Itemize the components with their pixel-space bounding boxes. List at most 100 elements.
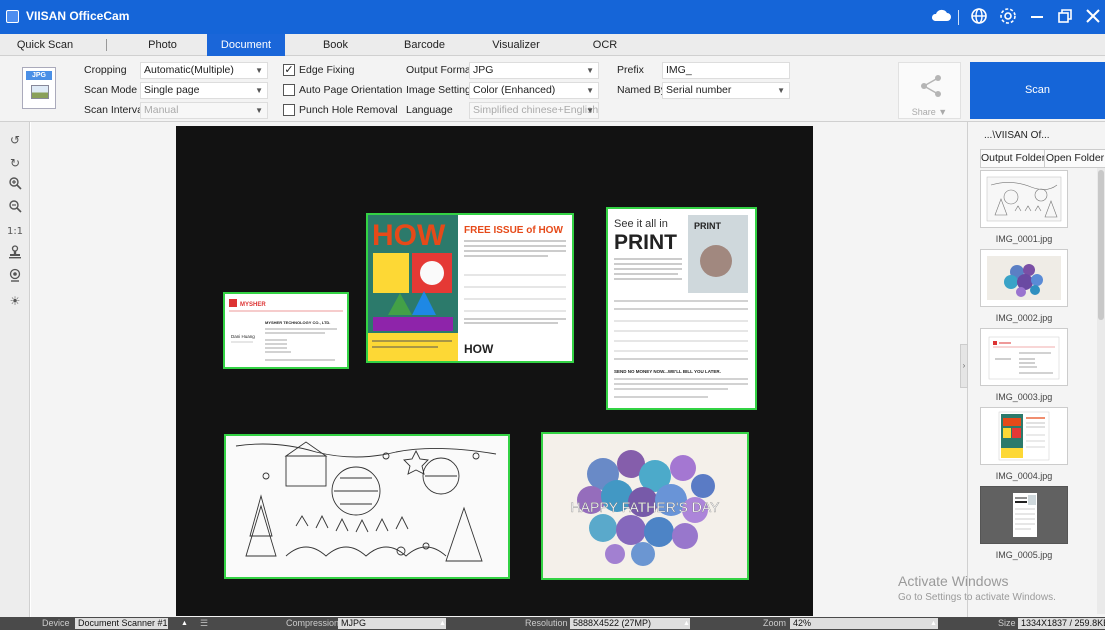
chevron-down-icon: ▼ bbox=[255, 106, 263, 115]
watermark-title: Activate Windows bbox=[898, 573, 1009, 589]
file-panel: › ...\VIISAN Of... Output Folder Open Fo… bbox=[960, 122, 1105, 617]
thumbnail-3-name: IMG_0003.jpg bbox=[995, 392, 1053, 402]
detected-magazine-flyer[interactable]: HOW FREE ISSUE of HOW HOW bbox=[366, 213, 574, 363]
chevron-down-icon: ▼ bbox=[255, 66, 263, 75]
tab-barcode[interactable]: Barcode bbox=[387, 34, 462, 56]
resolution-dropdown-arrow-icon[interactable]: ▲ bbox=[683, 617, 690, 630]
cloud-icon[interactable] bbox=[929, 5, 953, 29]
tab-visualizer[interactable]: Visualizer bbox=[476, 34, 556, 56]
open-folder-button[interactable]: Open Folder bbox=[1044, 149, 1105, 168]
zoom-in-icon[interactable] bbox=[5, 176, 25, 196]
named-by-select[interactable]: Serial number ▼ bbox=[662, 82, 790, 99]
language-select[interactable]: Simplified chinese+English ▼ bbox=[469, 102, 599, 119]
jpg-badge: JPG bbox=[26, 71, 52, 80]
tab-quick-scan[interactable]: Quick Scan bbox=[0, 34, 90, 56]
globe-icon[interactable] bbox=[967, 5, 991, 29]
card-person: Dani Huang bbox=[231, 334, 255, 339]
thumbnail-1[interactable] bbox=[980, 170, 1068, 228]
punch-hole-checkbox[interactable] bbox=[283, 104, 295, 116]
tab-ocr[interactable]: OCR bbox=[580, 34, 630, 56]
detected-greeting-card[interactable]: HAPPY FATHER'S DAY bbox=[541, 432, 749, 580]
detected-business-card[interactable]: MYSHER MYSHER TECHNOLOGY CO., LTD. Dani … bbox=[223, 292, 349, 369]
size-label: Size bbox=[998, 618, 1016, 628]
compression-label: Compression bbox=[286, 618, 340, 628]
scan-mode-value: Single page bbox=[144, 84, 200, 96]
edge-fixing-checkbox[interactable]: ✓ bbox=[283, 64, 295, 76]
view-tools: ↺ ↻ 1:1 ☀ bbox=[0, 122, 30, 617]
resolution-label: Resolution bbox=[525, 618, 568, 628]
tab-document[interactable]: Document bbox=[207, 34, 285, 56]
thumbnail-4[interactable] bbox=[980, 407, 1068, 465]
cropping-label: Cropping bbox=[84, 64, 127, 76]
webcam-icon[interactable] bbox=[5, 268, 25, 288]
compression-select[interactable]: MJPG bbox=[338, 618, 446, 629]
detected-coloring-page[interactable] bbox=[224, 434, 510, 579]
print-ad-cover: PRINT bbox=[694, 221, 722, 231]
rotate-left-icon[interactable]: ↺ bbox=[5, 130, 25, 150]
thumbnail-5-selected[interactable] bbox=[980, 486, 1068, 544]
output-folder-button[interactable]: Output Folder bbox=[980, 149, 1046, 168]
prefix-input[interactable]: IMG_ bbox=[662, 62, 790, 79]
thumbnail-scrollbar[interactable] bbox=[1097, 168, 1105, 614]
named-by-value: Serial number bbox=[666, 84, 732, 96]
thumbnail-3[interactable] bbox=[980, 328, 1068, 386]
image-settings-select[interactable]: Color (Enhanced) ▼ bbox=[469, 82, 599, 99]
zoom-label: Zoom bbox=[763, 618, 787, 628]
scan-mode-select[interactable]: Single page ▼ bbox=[140, 82, 268, 99]
minimize-icon[interactable] bbox=[1025, 5, 1049, 29]
rotate-right-icon[interactable]: ↻ bbox=[5, 153, 25, 173]
share-button[interactable]: Share ▼ bbox=[898, 62, 961, 119]
resolution-select[interactable]: 5888X4522 (27MP) bbox=[570, 618, 690, 629]
camera-preview[interactable]: MYSHER MYSHER TECHNOLOGY CO., LTD. Dani … bbox=[176, 126, 813, 616]
scan-button[interactable]: Scan bbox=[970, 62, 1105, 119]
collapse-panel-handle[interactable]: › bbox=[960, 344, 968, 388]
thumbnail-1-image bbox=[986, 176, 1062, 222]
document-toolbar: JPG Cropping Automatic(Multiple) ▼ Scan M… bbox=[0, 56, 1105, 122]
status-bar: Device Document Scanner #1 ▲ ☰ Compressi… bbox=[0, 617, 1105, 630]
scan-interval-value: Manual bbox=[144, 104, 179, 116]
chevron-down-icon: ▼ bbox=[586, 86, 594, 95]
actual-size-icon[interactable]: 1:1 bbox=[5, 222, 25, 242]
thumbnail-4-name: IMG_0004.jpg bbox=[995, 471, 1053, 481]
brightness-icon[interactable]: ☀ bbox=[5, 291, 25, 311]
stamp-icon[interactable] bbox=[5, 245, 25, 265]
zoom-out-icon[interactable] bbox=[5, 199, 25, 219]
cropping-select[interactable]: Automatic(Multiple) ▼ bbox=[140, 62, 268, 79]
device-select[interactable]: Document Scanner #1 bbox=[75, 618, 168, 629]
share-label: Share bbox=[911, 107, 936, 117]
scan-interval-select[interactable]: Manual ▼ bbox=[140, 102, 268, 119]
coloring-page-image bbox=[235, 441, 497, 562]
tab-book[interactable]: Book bbox=[298, 34, 373, 56]
magazine-footer-word: HOW bbox=[464, 342, 494, 356]
cropping-value: Automatic(Multiple) bbox=[144, 64, 234, 76]
restore-icon[interactable] bbox=[1053, 5, 1077, 29]
auto-orientation-checkbox[interactable] bbox=[283, 84, 295, 96]
device-label: Device bbox=[42, 618, 70, 628]
print-ad-send-line: SEND NO MONEY NOW...WE'LL BILL YOU LATER… bbox=[614, 369, 721, 374]
business-card-image: MYSHER MYSHER TECHNOLOGY CO., LTD. Dani … bbox=[229, 299, 343, 361]
output-format-icon[interactable]: JPG bbox=[22, 67, 56, 109]
thumbnail-2-image bbox=[987, 256, 1061, 300]
device-settings-icon[interactable]: ☰ bbox=[200, 617, 208, 630]
device-dropdown-arrow-icon[interactable]: ▲ bbox=[181, 617, 188, 630]
print-ad-line2: PRINT bbox=[614, 231, 677, 254]
greeting-card-text: HAPPY FATHER'S DAY bbox=[571, 499, 721, 515]
output-format-value: JPG bbox=[473, 64, 494, 76]
compression-dropdown-arrow-icon[interactable]: ▲ bbox=[439, 617, 446, 630]
tab-photo[interactable]: Photo bbox=[125, 34, 200, 56]
zoom-select[interactable]: 42% bbox=[790, 618, 938, 629]
output-format-select[interactable]: JPG ▼ bbox=[469, 62, 599, 79]
watermark-subtitle: Go to Settings to activate Windows. bbox=[898, 592, 1056, 603]
scan-interval-label: Scan Interval bbox=[84, 104, 146, 116]
prefix-value: IMG_ bbox=[666, 64, 692, 76]
settings-gear-icon[interactable] bbox=[996, 5, 1020, 29]
output-format-label: Output Format bbox=[406, 64, 474, 76]
close-icon[interactable] bbox=[1081, 5, 1105, 29]
detected-print-ad[interactable]: See it all in PRINT PRINT SEND NO MONEY … bbox=[606, 207, 757, 410]
zoom-dropdown-arrow-icon[interactable]: ▲ bbox=[930, 617, 937, 630]
print-ad-line1: See it all in bbox=[614, 218, 668, 230]
scrollbar-thumb[interactable] bbox=[1098, 170, 1104, 320]
edge-fixing-label: Edge Fixing bbox=[299, 64, 355, 76]
image-file-icon bbox=[31, 85, 49, 99]
thumbnail-2[interactable] bbox=[980, 249, 1068, 307]
